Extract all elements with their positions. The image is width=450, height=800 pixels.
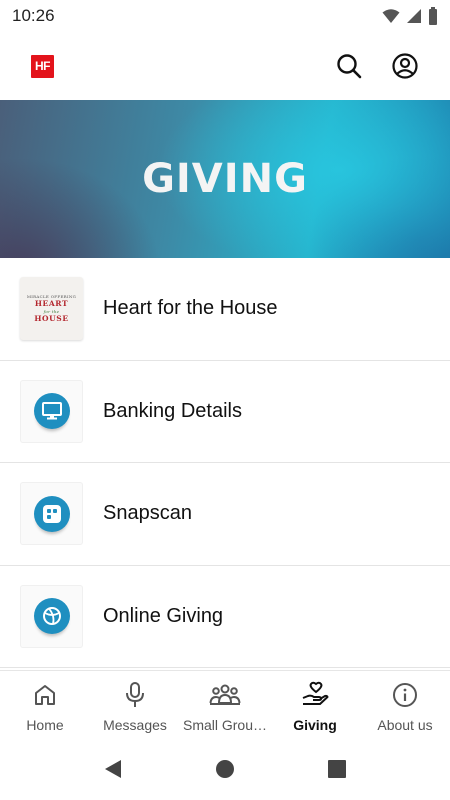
nav-item-about-us[interactable]: About us xyxy=(360,671,450,738)
giving-banner: GIVING xyxy=(0,100,450,258)
app-bar: HF xyxy=(0,32,450,100)
battery-icon xyxy=(429,7,437,25)
nav-item-small-groups[interactable]: Small Grou… xyxy=(180,671,270,738)
recents-square-icon[interactable] xyxy=(327,759,347,779)
bottom-navigation: Home Messages Small Grou… Giving About u… xyxy=(0,670,450,738)
nav-label: Home xyxy=(26,717,64,733)
online-giving-thumbnail xyxy=(20,584,83,648)
nav-item-messages[interactable]: Messages xyxy=(90,671,180,738)
nav-item-giving[interactable]: Giving xyxy=(270,671,360,738)
snapscan-icon xyxy=(33,495,70,532)
nav-label: Small Grou… xyxy=(182,717,268,733)
list-item-label: Online Giving xyxy=(103,604,224,627)
list-item-snapscan[interactable]: Snapscan xyxy=(0,463,450,566)
giving-options-list: MIRACLE OFFERING HEART for the HOUSE Hea… xyxy=(0,258,450,668)
banner-title: GIVING xyxy=(142,156,308,202)
list-item-label: Banking Details xyxy=(103,399,242,422)
status-bar: 10:26 xyxy=(0,0,450,32)
nav-label: Messages xyxy=(103,717,167,733)
home-icon xyxy=(35,685,55,705)
list-item-label: Snapscan xyxy=(103,502,192,525)
group-icon xyxy=(209,684,241,705)
list-item-online-giving[interactable]: Online Giving xyxy=(0,566,450,668)
snapscan-thumbnail xyxy=(20,482,83,546)
search-button[interactable] xyxy=(334,51,364,81)
list-item-label: Heart for the House xyxy=(103,297,278,320)
wifi-icon xyxy=(382,9,400,23)
nav-label: Giving xyxy=(293,717,337,733)
nav-label: About us xyxy=(377,717,433,733)
app-logo[interactable]: HF xyxy=(31,54,54,78)
status-time: 10:26 xyxy=(12,6,55,25)
list-item-banking-details[interactable]: Banking Details xyxy=(0,361,450,463)
search-icon xyxy=(337,54,362,79)
status-icons xyxy=(382,7,438,25)
profile-button[interactable] xyxy=(390,51,420,81)
back-triangle-icon[interactable] xyxy=(103,758,123,780)
nav-item-home[interactable]: Home xyxy=(0,671,90,738)
list-item-heart-for-the-house[interactable]: MIRACLE OFFERING HEART for the HOUSE Hea… xyxy=(0,258,450,361)
info-icon xyxy=(393,683,417,707)
signal-icon xyxy=(407,9,421,23)
account-circle-icon xyxy=(392,53,418,79)
giving-hand-icon xyxy=(302,681,329,705)
heart-for-the-house-thumbnail: MIRACLE OFFERING HEART for the HOUSE xyxy=(20,277,83,341)
microphone-icon xyxy=(126,682,144,707)
system-navigation-bar xyxy=(0,738,450,800)
globe-icon xyxy=(33,598,70,635)
monitor-icon xyxy=(33,393,70,430)
banking-details-thumbnail xyxy=(20,379,83,443)
home-circle-icon[interactable] xyxy=(215,759,235,779)
